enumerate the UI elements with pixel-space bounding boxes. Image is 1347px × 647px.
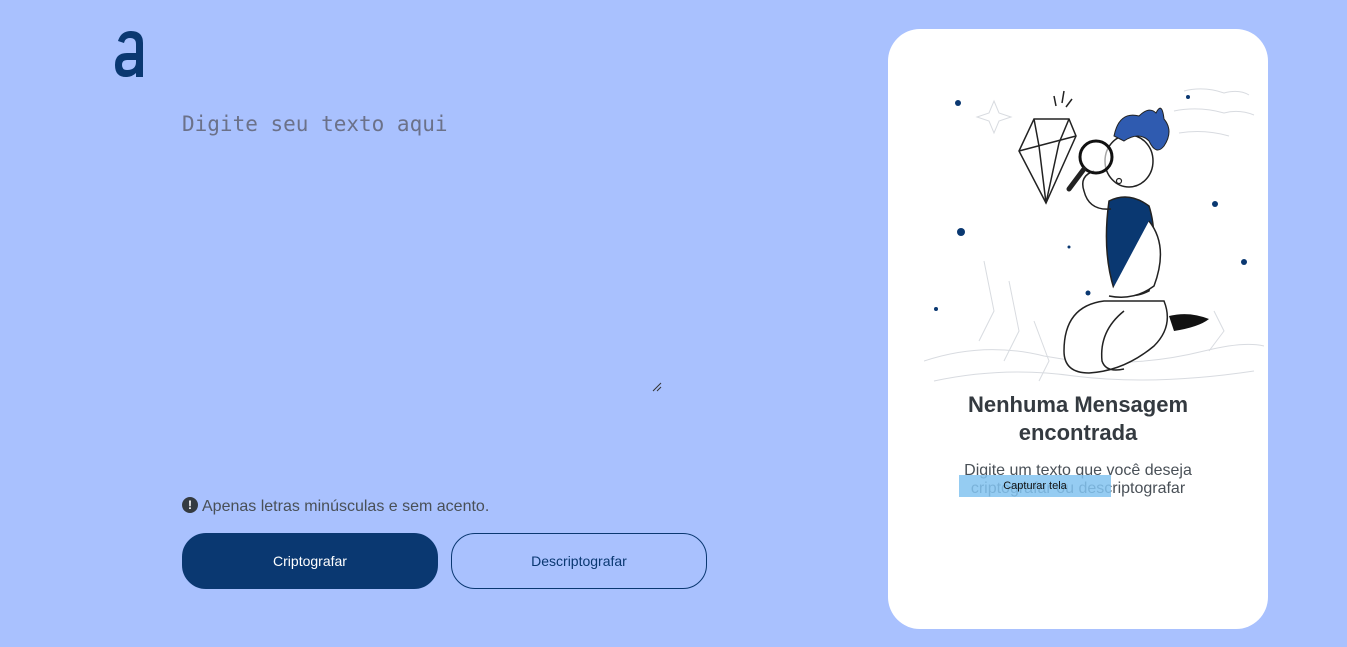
resize-handle-icon[interactable]: [652, 382, 662, 392]
person-with-magnifying-glass-illustration: [924, 88, 1264, 382]
message-input[interactable]: [182, 108, 662, 396]
capture-screen-button[interactable]: Capturar tela: [959, 475, 1111, 497]
exclamation-circle-icon: !: [182, 497, 198, 513]
hint-text: Apenas letras minúsculas e sem acento.: [202, 498, 490, 515]
input-hint: ! Apenas letras minúsculas e sem acento.: [182, 497, 490, 516]
page: ! Apenas letras minúsculas e sem acento.…: [0, 0, 1347, 647]
output-card: Nenhuma Mensagem encontrada Digite um te…: [888, 29, 1268, 629]
no-message-title: Nenhuma Mensagem encontrada: [967, 392, 1189, 445]
alura-logo-icon[interactable]: [113, 29, 147, 79]
encrypt-button[interactable]: Criptografar: [182, 533, 438, 589]
decrypt-button[interactable]: Descriptografar: [451, 533, 707, 589]
